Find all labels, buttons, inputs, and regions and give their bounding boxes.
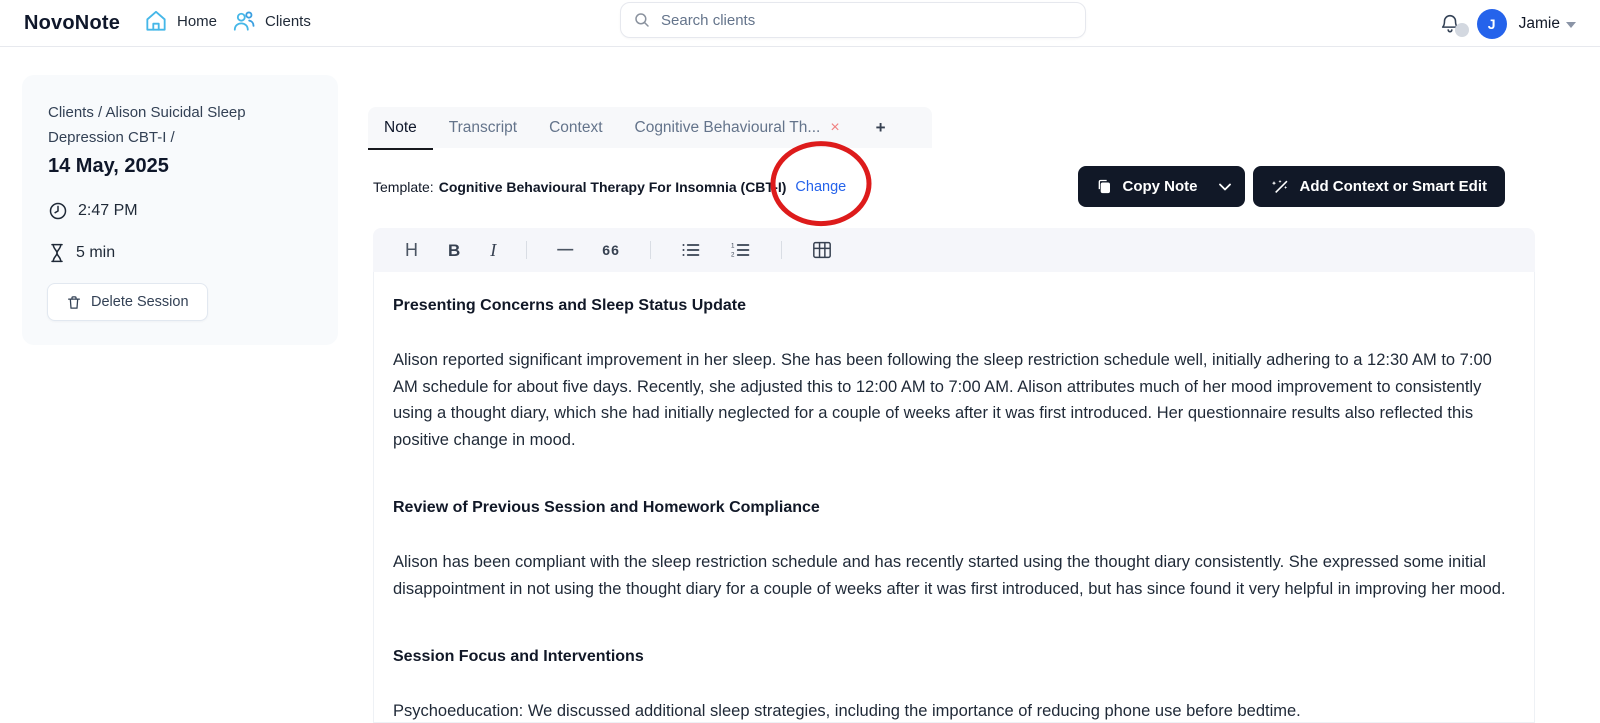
nav-item-home[interactable]: Home [143,8,217,34]
hourglass-icon [48,243,66,263]
note-section-paragraph: Alison reported significant improvement … [393,351,1492,449]
toolbar-divider [780,241,782,259]
tab-note[interactable]: Note [368,107,433,150]
tab-transcript[interactable]: Transcript [433,107,533,148]
search-icon [633,11,651,29]
template-name: Cognitive Behavioural Therapy For Insomn… [438,178,787,195]
session-time: 2:47 PM [78,202,138,219]
search-bar[interactable] [620,2,1086,38]
delete-session-label: Delete Session [91,294,189,310]
svg-text:1: 1 [731,243,735,250]
note-section: Review of Previous Session and Homework … [393,499,1510,602]
note-section-heading: Session Focus and Interventions [393,648,644,665]
svg-text:2: 2 [731,252,735,259]
toolbar-divider [526,241,528,259]
notifications-button[interactable] [1439,11,1469,37]
home-icon [143,8,169,34]
note-section-heading: Review of Previous Session and Homework … [393,499,820,516]
nav-home-label: Home [177,12,218,30]
tab-context[interactable]: Context [533,107,618,148]
tab-cognitive-behavioural-label: Cognitive Behavioural Th... [634,118,821,136]
magic-wand-icon [1271,178,1289,196]
clock-icon [48,201,68,221]
tab-cognitive-behavioural[interactable]: Cognitive Behavioural Th... × [619,107,856,148]
tab-close-icon[interactable]: × [830,119,839,136]
trash-icon [66,294,82,311]
clients-icon [231,8,257,34]
change-link-wrap: Change [770,140,872,226]
note-section-heading: Presenting Concerns and Sleep Status Upd… [393,297,746,314]
avatar[interactable]: J [1476,8,1507,39]
note-section-paragraph: Alison has been compliant with the sleep… [393,553,1506,598]
note-section: Session Focus and Interventions Psychoed… [393,648,1510,722]
notification-status-dot [1454,22,1469,37]
copy-note-button[interactable]: Copy Note [1078,166,1246,207]
nav-item-clients[interactable]: Clients [231,8,311,34]
note-actions: Copy Note Add Context or Smart Edit [1078,166,1505,207]
tab-context-label: Context [549,118,603,136]
chevron-down-icon[interactable] [1219,183,1232,191]
template-bar: Template: Cognitive Behavioural Therapy … [373,140,872,226]
tab-note-label: Note [384,118,417,136]
app-logo[interactable]: NovoNote [24,12,120,35]
blockquote-button[interactable]: 66 [602,243,620,257]
ordered-list-button[interactable]: 1 2 [731,241,751,259]
user-name: Jamie [1518,14,1560,32]
delete-session-button[interactable]: Delete Session [47,283,208,321]
italic-format-button[interactable]: I [490,241,496,259]
tab-transcript-label: Transcript [448,118,518,136]
chevron-down-icon [1566,21,1576,28]
breadcrumb[interactable]: Clients / Alison Suicidal Sleep Depressi… [48,100,288,150]
search-input[interactable] [661,11,1073,29]
note-section-paragraph: Psychoeducation: We discussed additional… [393,702,1301,720]
navbar-right-cluster: J Jamie [1439,0,1576,47]
note-section: Presenting Concerns and Sleep Status Upd… [393,297,1510,453]
user-menu[interactable]: Jamie [1519,15,1576,33]
bullet-list-button[interactable] [681,241,701,259]
add-tab-button[interactable]: + [862,107,900,148]
bold-format-button[interactable]: B [448,242,460,259]
note-editor[interactable]: Presenting Concerns and Sleep Status Upd… [373,272,1535,723]
change-template-link[interactable]: Change [795,179,846,195]
copy-icon [1096,178,1112,195]
document-tabbar: Note Transcript Context Cognitive Behavi… [368,107,932,150]
template-label: Template: [373,178,434,195]
add-context-smart-edit-label: Add Context or Smart Edit [1299,178,1487,195]
heading-format-button[interactable]: H [405,241,418,259]
toolbar-divider [649,241,651,259]
horizontal-rule-button[interactable]: — [557,242,573,258]
editor-toolbar: H B I — 66 1 2 [373,228,1535,272]
insert-table-button[interactable] [812,241,832,259]
session-time-row: 2:47 PM [48,201,138,221]
top-navbar: NovoNote Home Clients Search clients J J… [0,0,1600,47]
session-date: 14 May, 2025 [48,155,169,177]
nav-clients-label: Clients [265,12,311,30]
session-info-card: Clients / Alison Suicidal Sleep Depressi… [22,75,338,345]
copy-note-label: Copy Note [1122,178,1198,195]
add-context-smart-edit-button[interactable]: Add Context or Smart Edit [1253,166,1505,207]
app-page: NovoNote Home Clients Search clients J J… [0,0,1600,723]
session-duration-row: 5 min [48,243,115,263]
session-duration: 5 min [76,244,116,261]
